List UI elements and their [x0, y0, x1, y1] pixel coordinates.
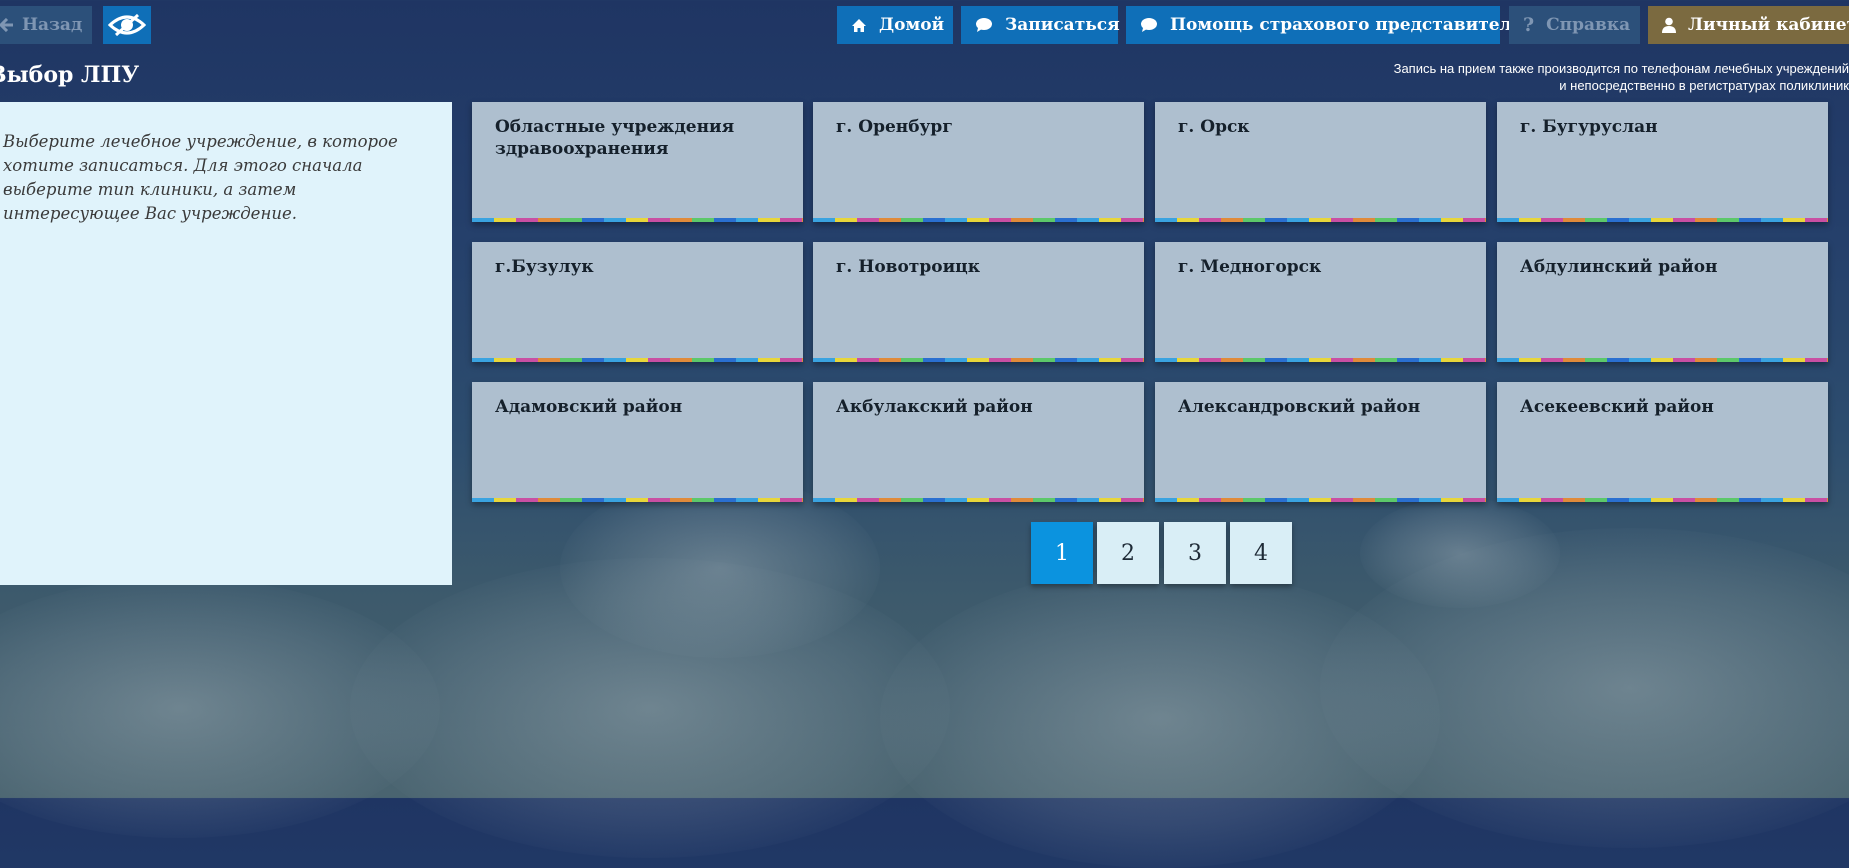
instruction-panel: Выберите лечебное учреждение, в которое … — [0, 102, 452, 585]
tile-orsk[interactable]: г. Орск — [1155, 102, 1486, 222]
tile-label: г. Медногорск — [1178, 257, 1322, 277]
tile-stripe — [1497, 218, 1828, 222]
question-mark-icon: ? — [1523, 14, 1535, 36]
tile-buzuluk[interactable]: г.Бузулук — [472, 242, 803, 362]
tile-regional-institutions[interactable]: Областные учреждения здравоохранения — [472, 102, 803, 222]
personal-cabinet-button[interactable]: Личный кабинет — [1648, 6, 1849, 44]
insurance-help-button[interactable]: Помощь страхового представителя — [1126, 6, 1524, 44]
home-icon — [851, 18, 867, 33]
phone-notice-line-1: Запись на прием также производится по те… — [1393, 61, 1849, 76]
instruction-text: Выберите лечебное учреждение, в которое … — [3, 132, 398, 223]
eye-crossed-icon — [108, 13, 146, 37]
tile-buguruslan[interactable]: г. Бугуруслан — [1497, 102, 1828, 222]
chat-bubble-icon — [1140, 17, 1158, 33]
page-button-4[interactable]: 4 — [1230, 522, 1292, 584]
help-button[interactable]: ? Справка — [1509, 6, 1640, 44]
help-button-label: Справка — [1546, 15, 1631, 35]
tile-stripe — [813, 358, 1144, 362]
page-button-2[interactable]: 2 — [1097, 522, 1159, 584]
tile-stripe — [1155, 218, 1486, 222]
back-button[interactable]: Назад — [0, 6, 92, 44]
tile-label: г. Орск — [1178, 117, 1250, 137]
back-button-label: Назад — [22, 15, 83, 35]
tile-stripe — [472, 358, 803, 362]
page-title: Выбор ЛПУ — [0, 62, 140, 88]
arrow-left-icon — [0, 18, 14, 32]
personal-cabinet-button-label: Личный кабинет — [1688, 15, 1849, 35]
signup-button[interactable]: Записаться — [961, 6, 1120, 44]
tile-label: Асекеевский район — [1520, 397, 1714, 417]
tile-label: Абдулинский район — [1520, 257, 1718, 277]
tile-stripe — [813, 218, 1144, 222]
page-button-1[interactable]: 1 — [1031, 522, 1093, 584]
user-icon — [1662, 17, 1676, 33]
chat-bubble-icon — [975, 17, 993, 33]
insurance-help-button-label: Помощь страхового представителя — [1170, 15, 1525, 35]
tile-alexandrovsky[interactable]: Александровский район — [1155, 382, 1486, 502]
tile-label: Акбулакский район — [836, 397, 1033, 417]
tile-stripe — [472, 498, 803, 502]
tile-stripe — [813, 498, 1144, 502]
tile-label: г. Бугуруслан — [1520, 117, 1658, 137]
tile-adamovsky[interactable]: Адамовский район — [472, 382, 803, 502]
home-button[interactable]: Домой — [837, 6, 953, 44]
page-button-3[interactable]: 3 — [1164, 522, 1226, 584]
tile-label: Областные учреждения здравоохранения — [495, 117, 735, 159]
tile-stripe — [472, 218, 803, 222]
tile-stripe — [1155, 358, 1486, 362]
tile-label: Адамовский район — [495, 397, 683, 417]
phone-notice-line-2: и непосредственно в регистратурах поликл… — [1559, 78, 1849, 93]
phone-notice: Запись на прием также производится по те… — [1229, 60, 1849, 94]
tile-label: Александровский район — [1178, 397, 1421, 417]
tile-label: г.Бузулук — [495, 257, 594, 277]
tile-novotroitsk[interactable]: г. Новотроицк — [813, 242, 1144, 362]
tile-akbulaksky[interactable]: Акбулакский район — [813, 382, 1144, 502]
home-button-label: Домой — [879, 15, 945, 35]
tile-label: г. Оренбург — [836, 117, 953, 137]
tile-stripe — [1497, 358, 1828, 362]
tile-stripe — [1155, 498, 1486, 502]
tile-asekeevsky[interactable]: Асекеевский район — [1497, 382, 1828, 502]
tile-abdulinsky[interactable]: Абдулинский район — [1497, 242, 1828, 362]
signup-button-label: Записаться — [1005, 15, 1120, 35]
tile-label: г. Новотроицк — [836, 257, 981, 277]
tile-mednogorsk[interactable]: г. Медногорск — [1155, 242, 1486, 362]
tile-orenburg[interactable]: г. Оренбург — [813, 102, 1144, 222]
accessibility-toggle-button[interactable] — [103, 6, 151, 44]
tile-stripe — [1497, 498, 1828, 502]
